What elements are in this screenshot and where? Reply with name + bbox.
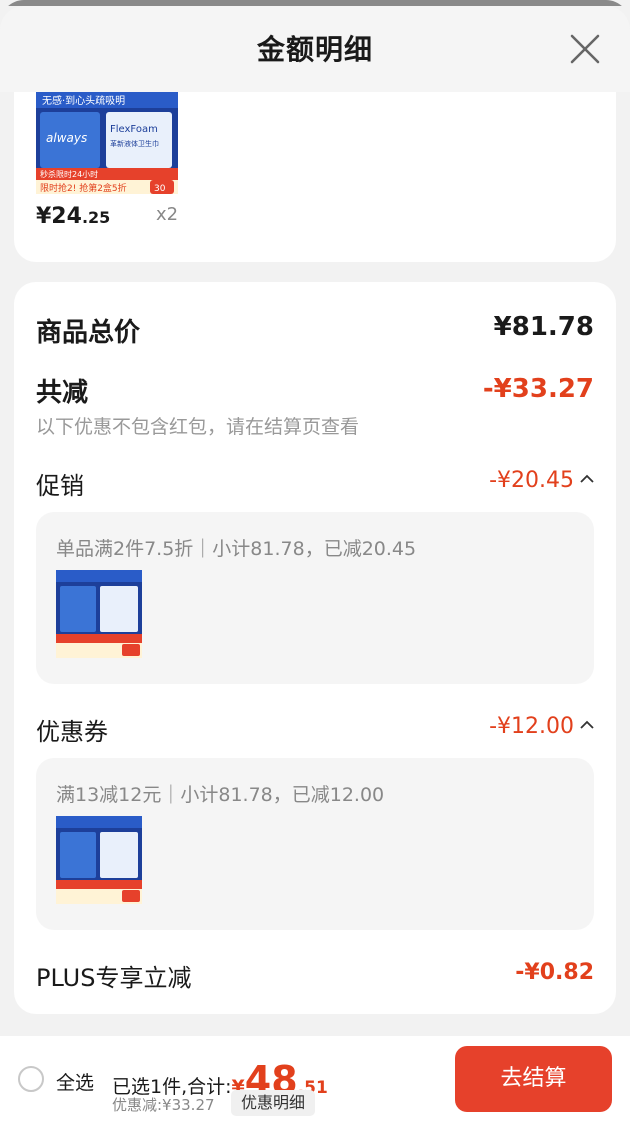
sheet-header: 金额明细 [0,6,630,92]
coupon-value: -¥12.00 [489,714,574,739]
coupon-label: 优惠券 [36,718,108,746]
bottom-bar: 全选 已选1件,合计:¥48.51 优惠减:¥33.27 优惠明细 去结算 [0,1036,630,1124]
coupon-detail-box: 满13减12元｜小计81.78，已减12.00 [36,758,594,930]
thumb-badge-text: 30 [154,184,166,194]
select-all-label[interactable]: 全选 [56,1068,94,1095]
thumb-banner-text: 无感·到心头疏吸明 [42,94,125,107]
product-card: 无感·到心头疏吸明 always FlexFoam 革新液体卫生巾 秒杀限时24… [14,92,616,262]
promotion-value: -¥20.45 [489,468,574,493]
close-button[interactable] [568,32,602,66]
discount-note: 以下优惠不包含红包，请在结算页查看 [36,416,360,438]
reduction-label: 共减 [36,378,89,408]
goods-total-value: ¥81.78 [493,312,594,342]
coupon-detail-text: 满13减12元｜小计81.78，已减12.00 [56,784,385,806]
thumb-brand-text: always [46,131,87,145]
amount-detail-sheet: 金额明细 无感·到心头疏吸明 always FlexFoam 革新液体卫生巾 秒… [0,0,630,1036]
reduction-value: -¥33.27 [482,374,594,404]
radio-unchecked-icon[interactable] [18,1066,44,1092]
checkout-button[interactable]: 去结算 [455,1046,612,1112]
chevron-up-icon [580,714,594,735]
product-price: ¥24.25 [36,204,111,229]
coupon-product-thumb[interactable] [56,816,142,904]
summary-card: 商品总价 ¥81.78 共减 -¥33.27 以下优惠不包含红包，请在结算页查看… [14,282,616,1014]
thumb-feature-text: FlexFoam [110,124,158,135]
product-quantity: x2 [156,204,179,225]
thumb-promo-bottom-text: 限时抢2! 抢第2盒5折 [40,182,127,194]
coupon-toggle[interactable]: -¥12.00 [489,714,594,739]
promotion-detail-text: 单品满2件7.5折｜小计81.78，已减20.45 [56,538,417,560]
goods-total-label: 商品总价 [36,318,141,348]
page-title: 金额明细 [256,33,373,66]
thumb-promo-top-text: 秒杀限时24小时 [40,169,98,179]
close-icon [570,34,600,64]
chevron-up-icon [580,468,594,489]
plus-label: PLUS专享立减 [36,964,192,992]
discount-summary: 优惠减:¥33.27 [112,1096,215,1114]
promotion-toggle[interactable]: -¥20.45 [489,468,594,493]
discount-detail-button[interactable]: 优惠明细 [231,1090,316,1116]
promotion-label: 促销 [36,472,84,500]
promotion-detail-box: 单品满2件7.5折｜小计81.78，已减20.45 [36,512,594,684]
thumb-feature-sub-text: 革新液体卫生巾 [110,139,159,148]
product-image[interactable]: 无感·到心头疏吸明 always FlexFoam 革新液体卫生巾 秒杀限时24… [36,92,178,194]
plus-value: -¥0.82 [515,960,594,985]
promotion-product-thumb[interactable] [56,570,142,658]
